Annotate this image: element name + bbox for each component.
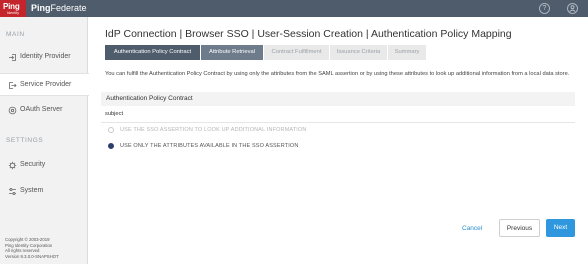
section-header: Authentication Policy Contract	[101, 92, 575, 106]
help-icon[interactable]: ?	[539, 3, 550, 14]
radio-label: USE ONLY THE ATTRIBUTES AVAILABLE IN THE…	[120, 143, 299, 149]
sliders-icon	[9, 188, 16, 195]
tab-attribute-retrieval[interactable]: Attribute Retrieval	[201, 45, 264, 60]
radio-button[interactable]	[108, 127, 114, 133]
help-glyph: ?	[542, 5, 547, 12]
tab-authentication-policy-contract[interactable]: Authentication Policy Contract	[105, 45, 201, 60]
sidebar-section-main: MAIN	[6, 31, 25, 38]
sidebar-item-label: Security	[20, 161, 46, 168]
sidebar-item-service-provider[interactable]: Service Provider	[0, 73, 89, 96]
sign-in-icon	[9, 54, 16, 61]
tab-contract-fulfillment[interactable]: Contract Fulfillment	[264, 45, 330, 60]
logo-text: Ping	[3, 2, 20, 11]
sidebar: MAIN Identity Provider Service Provider …	[0, 17, 89, 264]
sidebar-item-label: OAuth Server	[20, 106, 63, 113]
page-title: IdP Connection | Browser SSO | User-Sess…	[105, 28, 512, 40]
ping-logo[interactable]: Ping Identity	[0, 0, 26, 17]
sidebar-item-label: System	[20, 187, 44, 194]
section-label: Authentication Policy Contract	[106, 95, 193, 102]
sidebar-section-settings: SETTINGS	[6, 137, 44, 144]
sidebar-item-label: Service Provider	[20, 81, 72, 88]
cancel-button[interactable]: Cancel	[462, 225, 482, 232]
sidebar-item-system[interactable]: System	[0, 180, 88, 203]
wizard-tabs: Authentication Policy Contract Attribute…	[105, 45, 426, 60]
copyright-notice: Copyright © 2003-2019 Ping Identity Corp…	[5, 237, 59, 259]
option-use-assertion-only[interactable]: USE ONLY THE ATTRIBUTES AVAILABLE IN THE…	[108, 141, 298, 151]
gear-icon	[8, 106, 17, 115]
brand-bold: Ping	[31, 3, 51, 13]
sidebar-item-oauth-server[interactable]: OAuth Server	[0, 99, 88, 122]
previous-button[interactable]: Previous	[499, 219, 540, 237]
product-name: PingFederate	[31, 3, 87, 13]
contract-attribute: subject	[105, 111, 124, 117]
version-line: Version 9.3.0.0-SNAPSHOT	[5, 253, 59, 259]
sidebar-item-security[interactable]: Security	[0, 154, 88, 177]
divider	[101, 122, 575, 123]
settings-icon	[8, 161, 17, 170]
top-bar: Ping Identity PingFederate ?	[0, 0, 588, 17]
radio-button-checked[interactable]	[108, 143, 114, 149]
sidebar-item-label: Identity Provider	[20, 53, 71, 60]
option-lookup-additional[interactable]: USE THE SSO ASSERTION TO LOOK UP ADDITIO…	[108, 125, 307, 135]
logo-subtext: Identity	[7, 11, 20, 15]
page-description: You can fulfill the Authentication Polic…	[105, 71, 570, 77]
brand-rest: Federate	[50, 3, 87, 13]
sidebar-item-identity-provider[interactable]: Identity Provider	[0, 46, 88, 69]
radio-label: USE THE SSO ASSERTION TO LOOK UP ADDITIO…	[120, 127, 307, 133]
sign-out-icon	[9, 82, 17, 89]
person-icon[interactable]	[567, 3, 578, 14]
next-button[interactable]: Next	[546, 219, 575, 237]
person-glyph	[569, 5, 576, 12]
tab-issuance-criteria[interactable]: Issuance Criteria	[330, 45, 388, 60]
tab-summary[interactable]: Summary	[388, 45, 426, 60]
